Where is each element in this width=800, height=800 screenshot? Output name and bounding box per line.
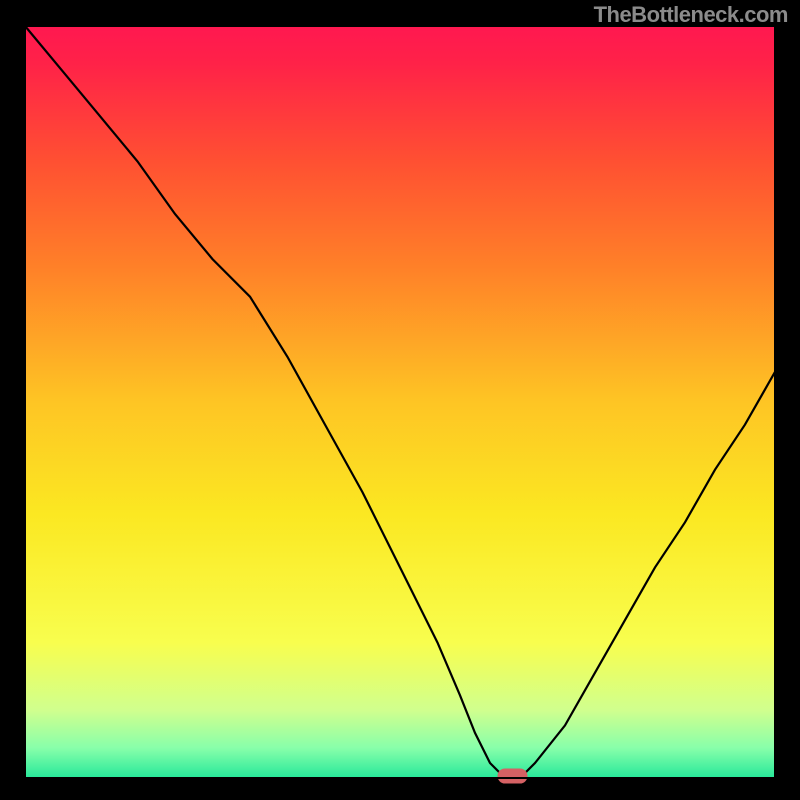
watermark-label: TheBottleneck.com: [594, 2, 788, 28]
bottleneck-chart: [0, 0, 800, 800]
optimal-marker: [498, 768, 528, 783]
chart-container: TheBottleneck.com: [0, 0, 800, 800]
plot-background: [25, 26, 775, 778]
